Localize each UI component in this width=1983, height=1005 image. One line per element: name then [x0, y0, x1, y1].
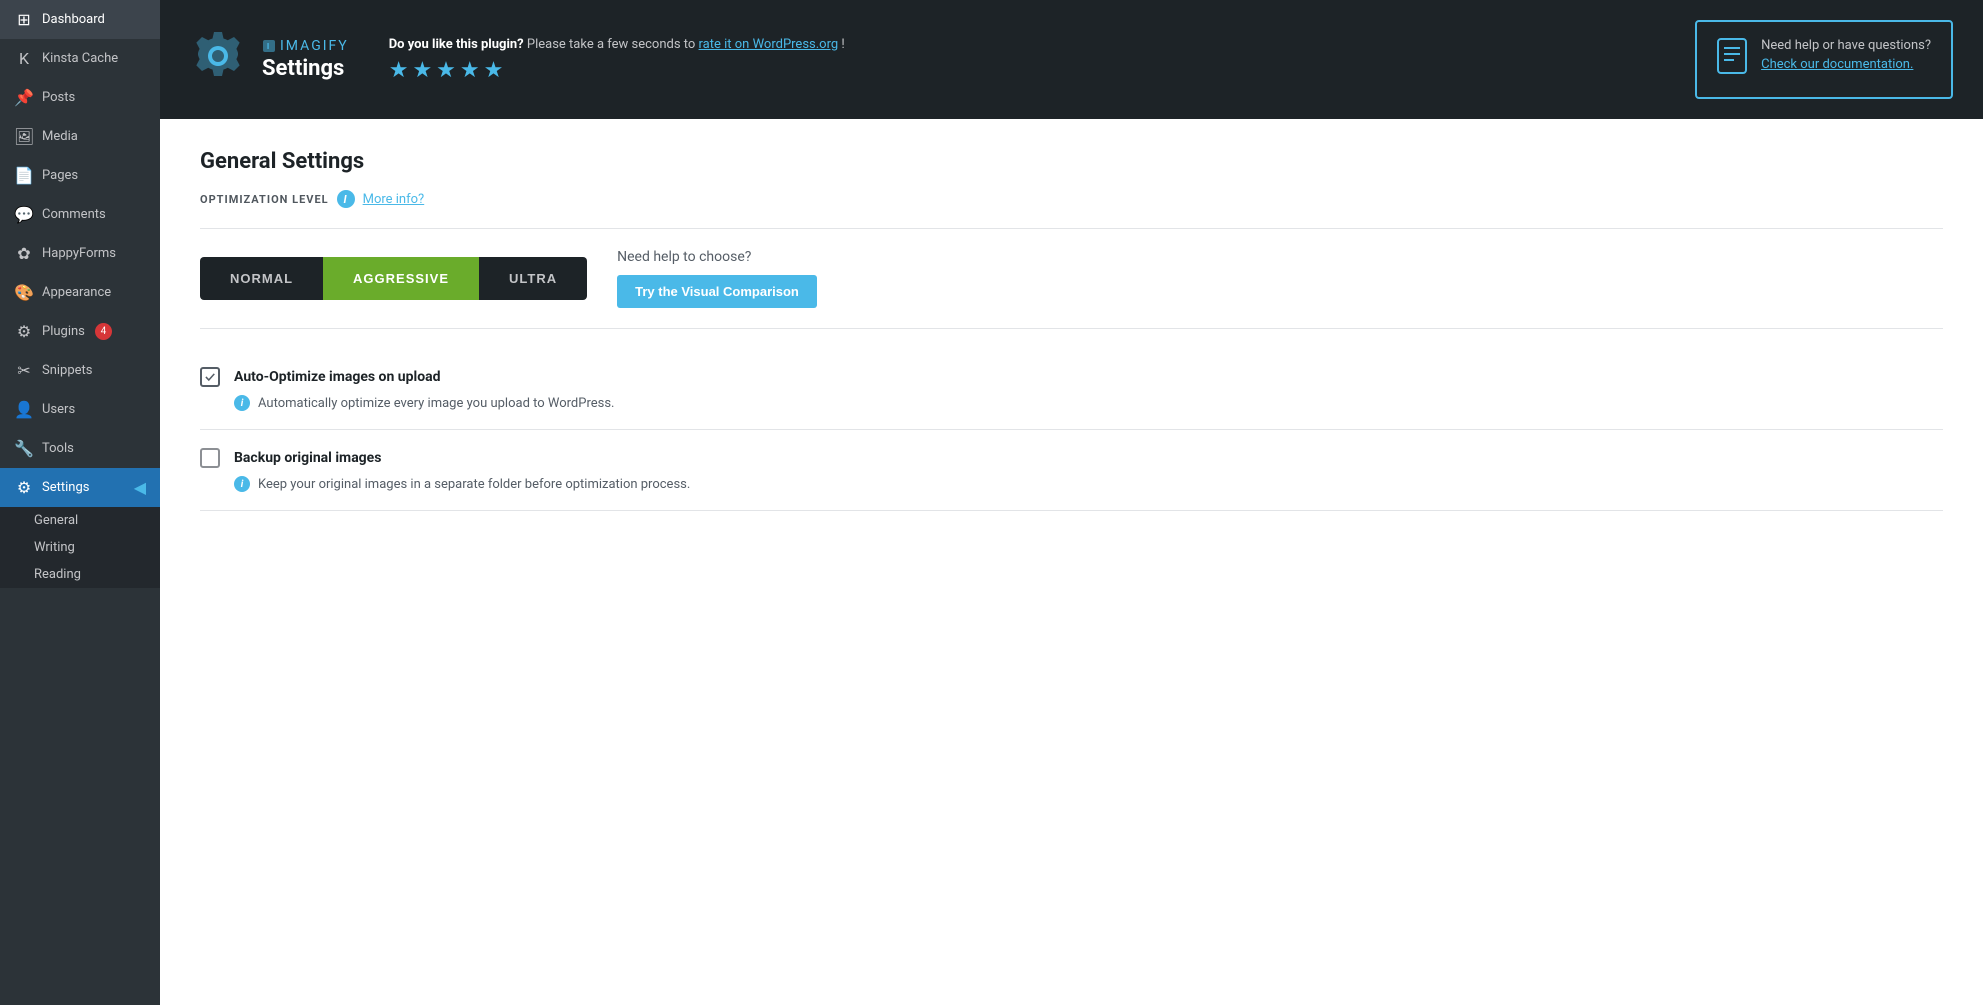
sidebar-item-plugins[interactable]: ⚙ Plugins 4 [0, 312, 160, 351]
media-icon: 🖼 [14, 127, 34, 146]
submenu-item-reading[interactable]: Reading [0, 561, 160, 588]
rate-link[interactable]: rate it on WordPress.org [699, 37, 839, 52]
sidebar-item-pages[interactable]: 📄 Pages [0, 156, 160, 195]
auto-optimize-header: ✓ Auto-Optimize images on upload [200, 367, 1943, 387]
sidebar-item-comments[interactable]: 💬 Comments [0, 195, 160, 234]
auto-optimize-title: Auto-Optimize images on upload [234, 369, 440, 385]
sidebar-item-label: Tools [42, 441, 74, 456]
sidebar-item-label: Media [42, 129, 78, 144]
sidebar-item-label: Kinsta Cache [42, 51, 118, 66]
sidebar-item-snippets[interactable]: ✂ Snippets [0, 351, 160, 390]
comments-icon: 💬 [14, 205, 34, 224]
happyforms-icon: ✿ [14, 244, 34, 263]
sidebar-item-label: Snippets [42, 363, 93, 378]
page-title: General Settings [200, 149, 1943, 174]
opt-ultra-button[interactable]: ULTRA [479, 257, 587, 300]
auto-optimize-setting: ✓ Auto-Optimize images on upload i Autom… [200, 349, 1943, 430]
auto-optimize-description: i Automatically optimize every image you… [200, 395, 1943, 411]
star-1: ★ [389, 58, 409, 83]
plugins-icon: ⚙ [14, 322, 34, 341]
pages-icon: 📄 [14, 166, 34, 185]
imagify-small-icon: i [262, 39, 276, 53]
sidebar-item-label: Posts [42, 90, 75, 105]
imagify-gear-icon [190, 28, 246, 92]
sidebar-item-label: Plugins [42, 324, 85, 339]
header-rating-area: Do you like this plugin? Please take a f… [349, 37, 1695, 83]
opt-help-area: Need help to choose? Try the Visual Comp… [617, 249, 817, 308]
star-3: ★ [436, 58, 456, 83]
sidebar: ⊞ Dashboard K Kinsta Cache 📌 Posts 🖼 Med… [0, 0, 160, 1005]
sidebar-item-label: Dashboard [42, 12, 105, 27]
star-5: ★ [484, 58, 504, 83]
optimization-controls: NORMAL AGGRESSIVE ULTRA Need help to cho… [200, 249, 1943, 308]
optimization-level-label: OPTIMIZATION LEVEL i More info? [200, 190, 1943, 208]
optimization-button-group: NORMAL AGGRESSIVE ULTRA [200, 257, 587, 300]
dashboard-icon: ⊞ [14, 10, 34, 29]
submenu-item-writing[interactable]: Writing [0, 534, 160, 561]
svg-text:i: i [267, 42, 271, 51]
document-icon [1717, 38, 1747, 81]
sidebar-item-label: Settings [42, 480, 89, 495]
posts-icon: 📌 [14, 88, 34, 107]
header-logo-area: i IMAGIFY Settings [190, 28, 349, 92]
sidebar-item-settings[interactable]: ⚙ Settings ◀ [0, 468, 160, 507]
appearance-icon: 🎨 [14, 283, 34, 302]
submenu-item-general[interactable]: General [0, 507, 160, 534]
backup-setting: Backup original images i Keep your origi… [200, 430, 1943, 511]
sidebar-item-label: Comments [42, 207, 106, 222]
snippets-icon: ✂ [14, 361, 34, 380]
main-content: i IMAGIFY Settings Do you like this plug… [160, 0, 1983, 1005]
sidebar-item-happyforms[interactable]: ✿ HappyForms [0, 234, 160, 273]
visual-comparison-button[interactable]: Try the Visual Comparison [617, 275, 817, 308]
main-settings-content: General Settings OPTIMIZATION LEVEL i Mo… [160, 119, 1983, 1005]
divider-2 [200, 328, 1943, 329]
documentation-link[interactable]: Check our documentation. [1761, 57, 1931, 72]
rating-prompt: Do you like this plugin? Please take a f… [389, 37, 1655, 52]
opt-aggressive-button[interactable]: AGGRESSIVE [323, 257, 479, 300]
sidebar-item-label: Appearance [42, 285, 111, 300]
sidebar-item-label: HappyForms [42, 246, 116, 261]
sidebar-item-appearance[interactable]: 🎨 Appearance [0, 273, 160, 312]
opt-normal-button[interactable]: NORMAL [200, 257, 323, 300]
backup-description: i Keep your original images in a separat… [200, 476, 1943, 492]
imagify-logo: i IMAGIFY Settings [262, 38, 349, 81]
need-help-text: Need help to choose? [617, 249, 817, 265]
more-info-link[interactable]: More info? [363, 192, 425, 207]
optimization-info-icon[interactable]: i [337, 190, 355, 208]
backup-title: Backup original images [234, 450, 381, 466]
tools-icon: 🔧 [14, 439, 34, 458]
backup-info-icon[interactable]: i [234, 476, 250, 492]
backup-header: Backup original images [200, 448, 1943, 468]
auto-optimize-checkbox[interactable]: ✓ [200, 367, 220, 387]
sidebar-item-label: Users [42, 402, 75, 417]
star-2: ★ [412, 58, 432, 83]
auto-optimize-info-icon[interactable]: i [234, 395, 250, 411]
sidebar-item-label: Pages [42, 168, 78, 183]
checkmark-icon: ✓ [205, 369, 215, 386]
header-banner: i IMAGIFY Settings Do you like this plug… [160, 0, 1983, 119]
backup-checkbox[interactable] [200, 448, 220, 468]
header-help-box: Need help or have questions? Check our d… [1695, 20, 1953, 99]
settings-submenu: General Writing Reading [0, 507, 160, 588]
imagify-settings-title: Settings [262, 56, 349, 81]
divider-1 [200, 228, 1943, 229]
settings-icon: ⚙ [14, 478, 34, 497]
star-4: ★ [460, 58, 480, 83]
sidebar-item-media[interactable]: 🖼 Media [0, 117, 160, 156]
help-text: Need help or have questions? Check our d… [1761, 38, 1931, 72]
sidebar-item-dashboard[interactable]: ⊞ Dashboard [0, 0, 160, 39]
plugins-badge: 4 [95, 323, 112, 340]
star-rating: ★ ★ ★ ★ ★ [389, 58, 1655, 83]
imagify-brand-name: i IMAGIFY [262, 38, 349, 54]
sidebar-item-users[interactable]: 👤 Users [0, 390, 160, 429]
sidebar-item-kinsta[interactable]: K Kinsta Cache [0, 39, 160, 78]
sidebar-item-tools[interactable]: 🔧 Tools [0, 429, 160, 468]
active-indicator: ◀ [134, 478, 146, 497]
users-icon: 👤 [14, 400, 34, 419]
sidebar-item-posts[interactable]: 📌 Posts [0, 78, 160, 117]
kinsta-icon: K [14, 49, 34, 68]
